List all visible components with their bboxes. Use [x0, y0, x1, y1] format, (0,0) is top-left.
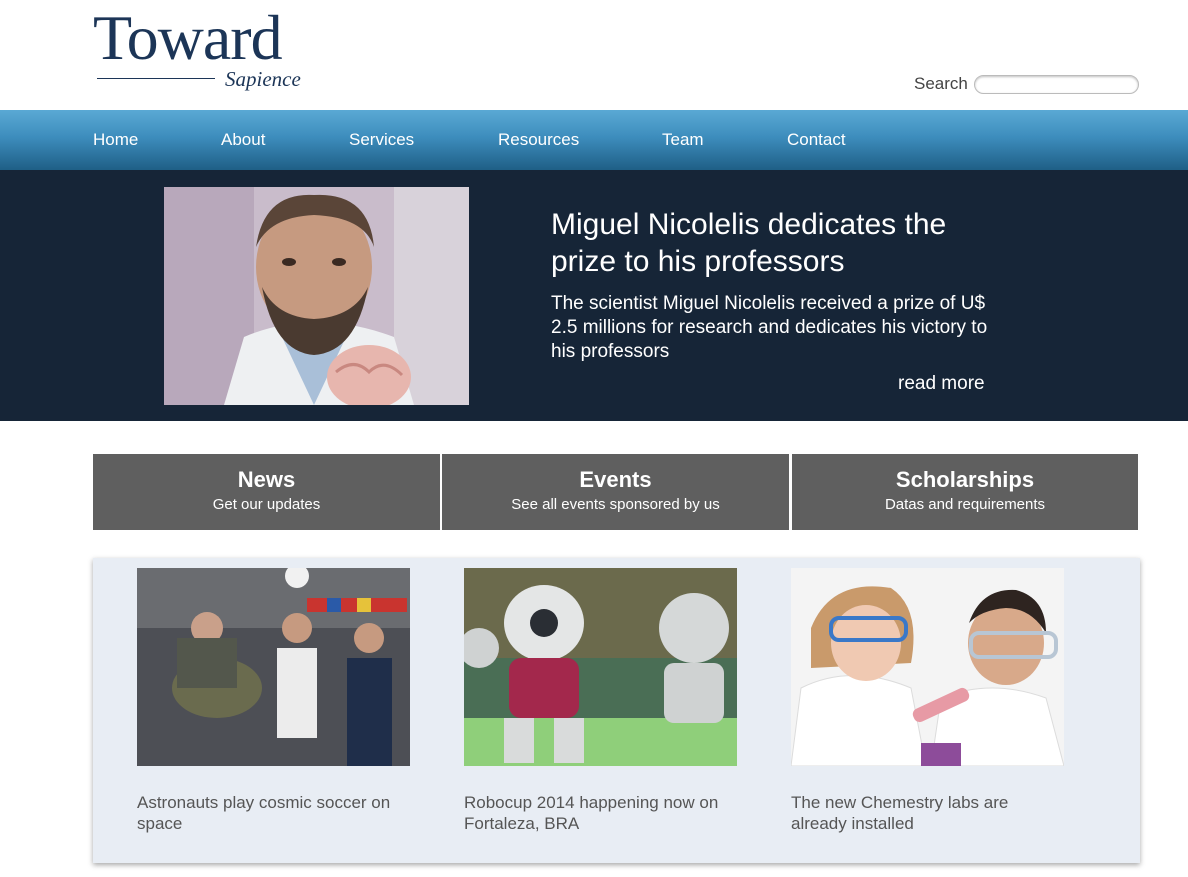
news-box-title: News — [237, 467, 296, 492]
nav-item-home[interactable]: Home — [93, 130, 138, 150]
news-card: Astronauts play cosmic soccer on space — [137, 568, 410, 834]
robots-photo — [464, 568, 737, 766]
card-caption-robocup[interactable]: Robocup 2014 happening now on Fortaleza,… — [464, 792, 737, 834]
main-nav: Home About Services Resources Team Conta… — [0, 110, 1188, 170]
logo-title: Toward — [93, 2, 283, 73]
news-box-subtitle: Get our updates — [212, 496, 321, 513]
nav-item-about[interactable]: About — [221, 130, 265, 150]
events-box[interactable]: Events See all events sponsored by us — [442, 454, 789, 530]
hero-banner: Miguel Nicolelis dedicates the prize to … — [0, 170, 1188, 421]
news-cards-panel: Astronauts play cosmic soccer on space R… — [93, 558, 1140, 863]
news-card: The new Chemestry labs are already insta… — [791, 568, 1064, 834]
events-box-subtitle: See all events sponsored by us — [511, 496, 720, 513]
card-caption-chemistry[interactable]: The new Chemestry labs are already insta… — [791, 792, 1064, 834]
nav-item-team[interactable]: Team — [662, 130, 704, 150]
nav-item-services[interactable]: Services — [349, 130, 414, 150]
logo-subtitle: Sapience — [225, 67, 301, 91]
portrait-illustration — [164, 187, 469, 405]
site-logo[interactable]: Toward Sapience — [93, 6, 313, 96]
events-box-title: Events — [579, 467, 652, 492]
search-input[interactable] — [973, 74, 1139, 94]
card-image-astronauts[interactable] — [137, 568, 410, 766]
hero-description: The scientist Miguel Nicolelis received … — [551, 293, 988, 362]
nav-item-resources[interactable]: Resources — [498, 130, 579, 150]
astronauts-photo — [137, 568, 410, 766]
nav-item-contact[interactable]: Contact — [787, 130, 846, 150]
hero-image[interactable] — [164, 187, 469, 405]
chemistry-lab-photo — [791, 568, 1064, 766]
read-more-link[interactable]: read more — [898, 373, 985, 395]
scholarships-box-title: Scholarships — [895, 467, 1035, 492]
scholarships-box[interactable]: Scholarships Datas and requirements — [792, 454, 1138, 530]
search-area: Search — [914, 74, 1139, 94]
card-image-robocup[interactable] — [464, 568, 737, 766]
card-caption-astronauts[interactable]: Astronauts play cosmic soccer on space — [137, 792, 410, 834]
search-label: Search — [914, 74, 968, 93]
hero-title[interactable]: Miguel Nicolelis dedicates the prize to … — [551, 206, 991, 280]
card-image-chemistry[interactable] — [791, 568, 1064, 766]
scholarships-box-subtitle: Datas and requirements — [884, 496, 1046, 513]
logo-divider — [97, 78, 215, 79]
news-box[interactable]: News Get our updates — [93, 454, 440, 530]
news-card: Robocup 2014 happening now on Fortaleza,… — [464, 568, 737, 834]
